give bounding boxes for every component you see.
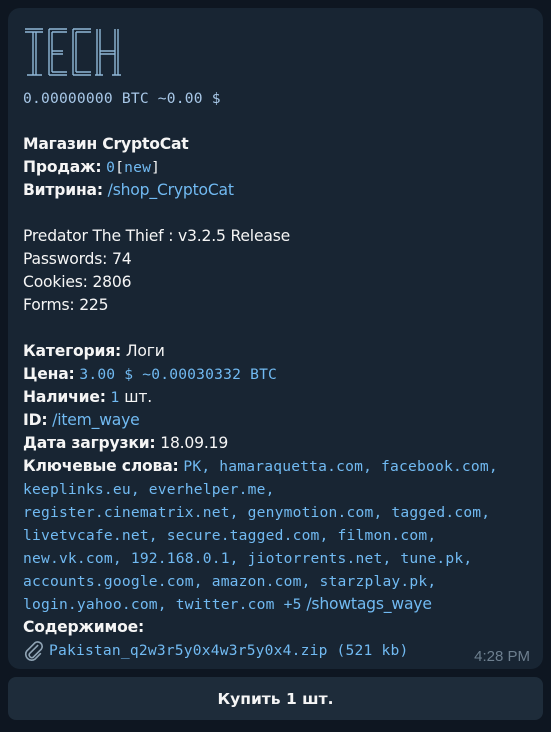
sales-bracket-open: [ [115, 159, 125, 176]
showcase-line: Витрина: /shop_CryptoCat [23, 179, 538, 202]
keywords-label: Ключевые слова: [23, 457, 179, 475]
stock-count: 1 [110, 389, 120, 406]
upload-date-line: Дата загрузки: 18.09.19 [23, 432, 538, 455]
stock-unit: шт. [119, 388, 152, 406]
category-label: Категория: [23, 342, 122, 360]
showtags-link[interactable]: /showtags_waye [306, 595, 432, 613]
message-text: 0.00000000 BTC ~0.00 $ Магазин CryptoCat… [23, 87, 538, 662]
attachment-row[interactable]: Pakistan_q2w3r5y0x4w3r5y0x4.zip (521 kb) [23, 639, 538, 662]
shop-title: Магазин CryptoCat [23, 135, 189, 153]
passwords-count: Passwords: 74 [23, 250, 132, 268]
stock-label: Наличие: [23, 388, 106, 406]
id-line: ID: /item_waye [23, 409, 538, 432]
keywords-text: register.cinematrix.net, genymotion.com,… [23, 504, 491, 521]
message-bubble: 0.00000000 BTC ~0.00 $ Магазин CryptoCat… [8, 8, 543, 669]
buy-button[interactable]: Купить 1 шт. [8, 677, 543, 720]
keywords-text: livetvcafe.net, secure.tagged.com, filmo… [23, 527, 437, 544]
sales-label: Продаж: [23, 158, 102, 176]
item-id-link[interactable]: /item_waye [52, 411, 140, 429]
message-timestamp: 4:28 PM [474, 648, 530, 665]
price-value: 3.00 $ ~0.00030332 BTC [79, 366, 278, 383]
balance-line: 0.00000000 BTC ~0.00 $ [23, 90, 221, 107]
sales-count: 0 [106, 159, 116, 176]
forms-count: Forms: 225 [23, 296, 109, 314]
keywords-text: keeplinks.eu, everhelper.me, [23, 481, 275, 498]
paperclip-icon [24, 640, 43, 661]
keywords-text: accounts.google.com, amazon.com, starzpl… [23, 573, 437, 590]
category-line: Категория: Логи [23, 340, 538, 363]
sales-line: Продаж: 0[new] [23, 156, 538, 179]
price-label: Цена: [23, 365, 75, 383]
cookies-count: Cookies: 2806 [23, 273, 132, 291]
showcase-link[interactable]: /shop_CryptoCat [108, 181, 234, 199]
tech-logo-icon [25, 28, 121, 76]
id-label: ID: [23, 411, 48, 429]
showcase-label: Витрина: [23, 181, 103, 199]
attachment-link[interactable]: Pakistan_q2w3r5y0x4w3r5y0x4.zip (521 kb) [49, 639, 408, 662]
product-name: Predator The Thief : v3.2.5 Release [23, 227, 291, 245]
upload-date-label: Дата загрузки: [23, 434, 156, 452]
sales-bracket-close: ] [151, 159, 161, 176]
sales-new-link[interactable]: new [124, 159, 151, 176]
stock-line: Наличие: 1 шт. [23, 386, 538, 409]
contents-label: Содержимое: [23, 618, 145, 636]
price-line: Цена: 3.00 $ ~0.00030332 BTC [23, 363, 538, 386]
upload-date-value: 18.09.19 [155, 434, 229, 452]
category-value: Логи [121, 342, 165, 360]
keywords-text: login.yahoo.com, twitter.com +5 [23, 596, 302, 613]
keywords-line: Ключевые слова: PK, hamaraquetta.com, fa… [23, 455, 538, 478]
keywords-last-line: login.yahoo.com, twitter.com +5 /showtag… [23, 593, 538, 616]
keywords-text: PK, hamaraquetta.com, facebook.com, [183, 458, 498, 475]
keywords-text: new.vk.com, 192.168.0.1, jiotorrents.net… [23, 550, 473, 567]
